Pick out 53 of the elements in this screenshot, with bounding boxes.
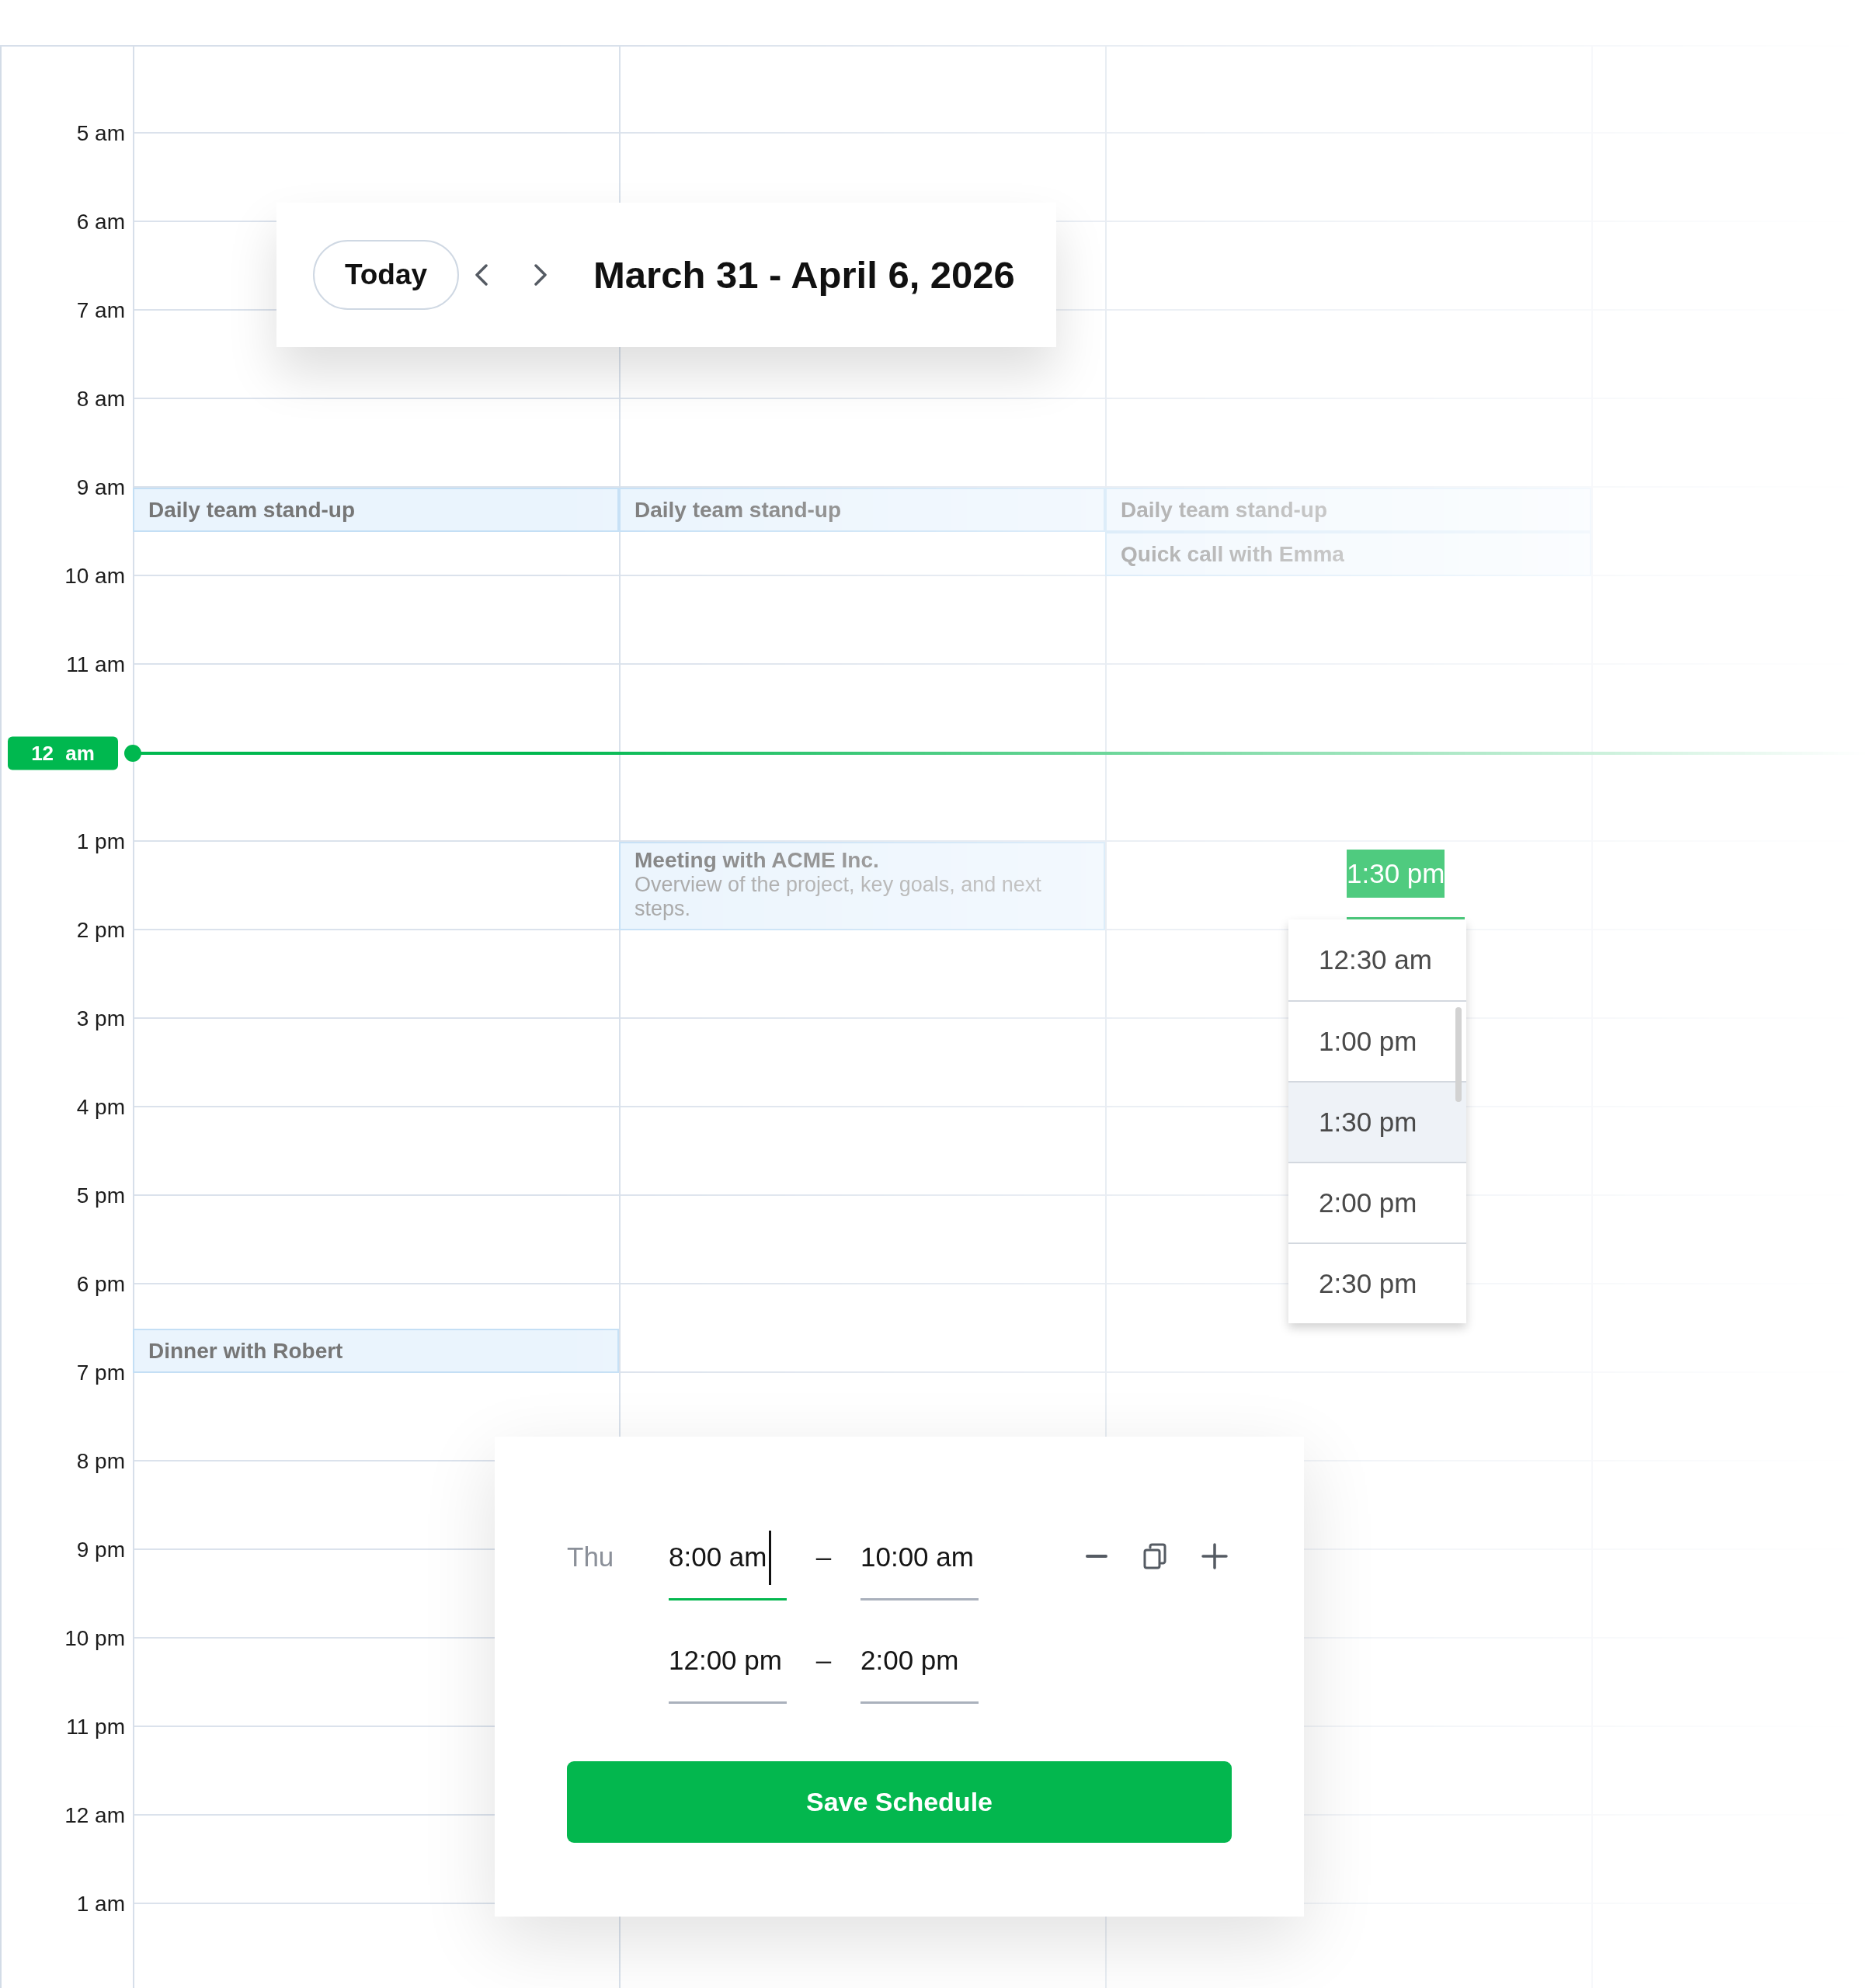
- range-separator: –: [815, 1645, 832, 1676]
- hour-label: 2 pm: [76, 918, 125, 943]
- event-description: Overview of the project, key goals, and next steps.: [635, 873, 1042, 921]
- range-separator: –: [815, 1541, 832, 1573]
- hour-label: 6 pm: [76, 1272, 125, 1297]
- time-option[interactable]: 2:00 pm: [1288, 1162, 1466, 1242]
- minus-icon: [1086, 1555, 1107, 1558]
- hour-label: 1 pm: [76, 829, 125, 854]
- time-input-field[interactable]: 10:00 am: [860, 1531, 979, 1600]
- time-option[interactable]: 12:30 am: [1288, 919, 1466, 1000]
- event-title: Quick call with Emma: [1121, 541, 1344, 567]
- event-title: Daily team stand-up: [148, 497, 356, 523]
- time-option[interactable]: 1:30 pm: [1288, 1081, 1466, 1162]
- hour-label: 8 pm: [76, 1449, 125, 1474]
- hour-label: 10 am: [64, 564, 125, 589]
- today-button[interactable]: Today: [313, 240, 459, 310]
- chevron-right-icon: [534, 264, 548, 286]
- copy-button[interactable]: [1141, 1542, 1169, 1570]
- hour-label: 11 pm: [66, 1715, 125, 1740]
- hour-label: 3 pm: [76, 1006, 125, 1031]
- copy-icon: [1143, 1543, 1166, 1569]
- event-title: Daily team stand-up: [635, 497, 842, 523]
- event-title: Dinner with Robert: [148, 1338, 343, 1364]
- hour-label: 12 am: [64, 1803, 125, 1828]
- week-range-title: March 31 - April 6, 2026: [593, 253, 1015, 297]
- scrollbar-thumb[interactable]: [1455, 1007, 1462, 1102]
- event-card[interactable]: Daily team stand-up: [133, 488, 619, 532]
- time-input-field[interactable]: 12:00 pm: [669, 1634, 787, 1704]
- event-title: Daily team stand-up: [1121, 497, 1328, 523]
- add-button[interactable]: [1201, 1542, 1229, 1570]
- time-input-field[interactable]: 8:00 am: [669, 1531, 787, 1600]
- chevron-left-icon: [475, 264, 488, 286]
- hour-label: 5 pm: [76, 1183, 125, 1208]
- hour-label: 11 am: [66, 652, 125, 677]
- day-label: Thu: [567, 1541, 614, 1573]
- hour-label: 5 am: [76, 121, 125, 146]
- time-option[interactable]: 2:30 pm: [1288, 1242, 1466, 1323]
- text-cursor-icon: [769, 1531, 772, 1585]
- time-input-field[interactable]: 2:00 pm: [860, 1634, 979, 1704]
- current-time-badge: 12 am: [8, 736, 118, 770]
- time-option[interactable]: 1:00 pm: [1288, 1000, 1466, 1081]
- hour-label: 1 am: [76, 1892, 125, 1917]
- hour-label: 6 am: [76, 210, 125, 235]
- hour-label: 7 am: [76, 298, 125, 323]
- hour-label: 8 am: [76, 387, 125, 412]
- hour-label: 7 pm: [76, 1361, 125, 1385]
- hour-label: 4 pm: [76, 1095, 125, 1120]
- event-card[interactable]: Dinner with Robert: [133, 1329, 619, 1373]
- plus-icon: [1201, 1543, 1228, 1569]
- hour-label: 10 pm: [64, 1626, 125, 1651]
- event-title: Meeting with ACME Inc.: [635, 848, 880, 873]
- hour-label: 9 pm: [76, 1538, 125, 1562]
- hour-label: 9 am: [76, 475, 125, 500]
